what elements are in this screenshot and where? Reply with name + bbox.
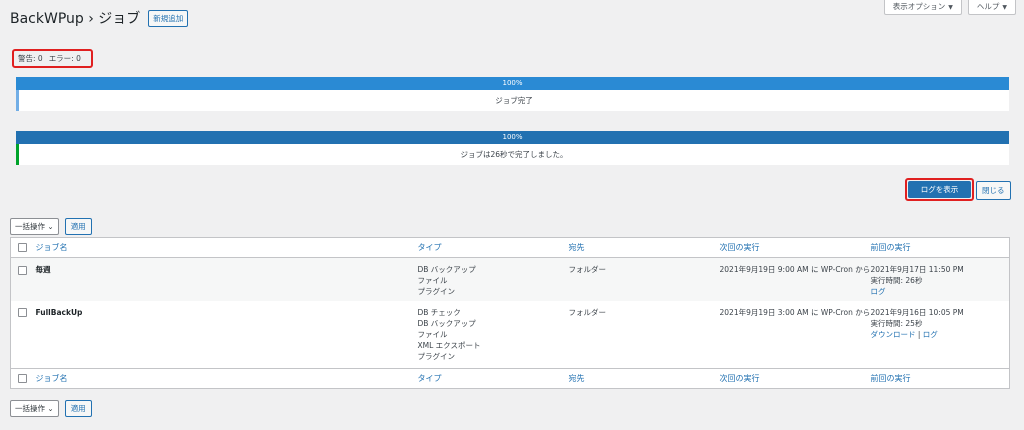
destination: フォルダー xyxy=(568,307,607,317)
type-item: ファイル xyxy=(417,329,448,339)
bulk-actions-bottom: 一括操作 ⌄ 適用 xyxy=(10,400,92,417)
column-next-run[interactable]: 次回の実行 xyxy=(719,237,871,258)
next-run-cell: 2021年9月19日 9:00 AM に WP-Cron から xyxy=(719,257,871,301)
screen-options-label: 表示オプション xyxy=(892,2,946,11)
column-destination[interactable]: 宛先 xyxy=(568,237,720,258)
table-row: FullBackUp DB チェック DB バックアップ ファイル XML エク… xyxy=(11,301,1010,369)
last-run-date: 2021年9月17日 11:50 PM xyxy=(870,265,964,274)
type-item: ファイル xyxy=(417,276,448,285)
column-next-run[interactable]: 次回の実行 xyxy=(719,368,871,389)
type-item: プラグイン xyxy=(417,287,456,296)
type-item: DB バックアップ xyxy=(417,265,476,274)
caret-down-icon: ▼ xyxy=(1002,4,1007,11)
next-run: 2021年9月19日 9:00 AM に WP-Cron から xyxy=(719,265,871,274)
progress-bar: 100% xyxy=(16,131,1009,144)
bulk-action-select[interactable]: 一括操作 ⌄ xyxy=(10,218,59,235)
warning-count: 警告: 0 xyxy=(18,54,43,63)
job-name[interactable]: 毎週 xyxy=(36,265,51,274)
job-name[interactable]: FullBackUp xyxy=(36,308,83,317)
select-all-checkbox[interactable] xyxy=(18,374,27,383)
runtime: 実行時間: 25秒 xyxy=(870,318,923,328)
next-run: 2021年9月19日 3:00 AM に WP-Cron から xyxy=(719,307,871,317)
link-separator: | xyxy=(915,329,923,339)
screen-meta-links: 表示オプション ▼ ヘルプ ▼ xyxy=(883,0,1016,15)
jobs-table: ジョブ名 タイプ 宛先 次回の実行 前回の実行 毎週 DB バックアップ ファイ… xyxy=(10,237,1010,389)
type-item: DB チェック xyxy=(417,307,461,317)
row-checkbox[interactable] xyxy=(18,308,27,317)
type-item: プラグイン xyxy=(417,351,456,361)
apply-button[interactable]: 適用 xyxy=(64,218,92,235)
select-all-checkbox[interactable] xyxy=(18,243,27,252)
bulk-actions-top: 一括操作 ⌄ 適用 xyxy=(10,218,92,235)
destination: フォルダー xyxy=(568,265,607,274)
column-destination[interactable]: 宛先 xyxy=(568,368,720,389)
download-link[interactable]: ダウンロード xyxy=(871,330,916,339)
table-row: 毎週 DB バックアップ ファイル プラグイン フォルダー 2021年9月19日… xyxy=(10,257,1010,301)
last-run-cell: 2021年9月17日 11:50 PM 実行時間: 26秒 ログ xyxy=(870,257,1010,301)
destination-cell: フォルダー xyxy=(569,301,720,369)
table-footer-row: ジョブ名 タイプ 宛先 次回の実行 前回の実行 xyxy=(10,368,1010,389)
column-job-name[interactable]: ジョブ名 xyxy=(35,237,418,258)
type-cell: DB バックアップ ファイル プラグイン xyxy=(417,257,569,301)
job-name-cell: 毎週 xyxy=(35,257,418,301)
column-job-name[interactable]: ジョブ名 xyxy=(35,368,418,389)
job-name-cell: FullBackUp xyxy=(36,301,418,369)
progress-message: ジョブは26秒で完了しました。 xyxy=(16,144,1009,165)
column-last-run[interactable]: 前回の実行 xyxy=(870,368,1010,389)
progress-step: 100% ジョブ完了 xyxy=(16,77,1009,111)
progress-total: 100% ジョブは26秒で完了しました。 xyxy=(16,131,1009,165)
column-type[interactable]: タイプ xyxy=(417,237,569,258)
select-all-cell xyxy=(10,368,36,389)
add-new-button[interactable]: 新規追加 xyxy=(148,9,189,27)
log-link[interactable]: ログ xyxy=(871,287,886,296)
column-last-run[interactable]: 前回の実行 xyxy=(870,237,1010,258)
table-header-row: ジョブ名 タイプ 宛先 次回の実行 前回の実行 xyxy=(10,237,1010,258)
show-log-highlight: ログを表示 xyxy=(905,178,974,201)
bulk-action-label: 一括操作 xyxy=(15,404,45,413)
show-log-button[interactable]: ログを表示 xyxy=(908,181,971,198)
runtime: 実行時間: 26秒 xyxy=(870,276,923,285)
row-checkbox[interactable] xyxy=(18,265,27,275)
title-row: BackWPup › ジョブ 新規追加 xyxy=(10,8,189,28)
type-cell: DB チェック DB バックアップ ファイル XML エクスポート プラグイン xyxy=(418,301,569,369)
progress-bar: 100% xyxy=(16,77,1009,90)
select-all-cell xyxy=(10,237,36,258)
type-item: DB バックアップ xyxy=(417,318,476,328)
page-title: BackWPup › ジョブ xyxy=(10,11,141,27)
bulk-action-label: 一括操作 xyxy=(15,222,45,231)
next-run-cell: 2021年9月19日 3:00 AM に WP-Cron から xyxy=(720,301,871,369)
help-tab[interactable]: ヘルプ ▼ xyxy=(967,0,1016,15)
chevron-down-icon: ⌄ xyxy=(47,222,54,231)
screen-options-tab[interactable]: 表示オプション ▼ xyxy=(883,0,962,15)
destination-cell: フォルダー xyxy=(568,257,720,301)
error-count: エラー: 0 xyxy=(48,54,81,63)
row-select-cell xyxy=(10,257,36,301)
caret-down-icon: ▼ xyxy=(948,4,953,11)
status-summary: 警告: 0 エラー: 0 xyxy=(12,49,93,68)
column-type[interactable]: タイプ xyxy=(417,368,569,389)
type-item: XML エクスポート xyxy=(417,340,481,350)
log-link[interactable]: ログ xyxy=(923,330,938,339)
last-run-cell: 2021年9月16日 10:05 PM 実行時間: 25秒 ダウンロード | ロ… xyxy=(871,301,1010,369)
bulk-action-select[interactable]: 一括操作 ⌄ xyxy=(10,400,59,417)
chevron-down-icon: ⌄ xyxy=(47,404,54,413)
last-run-date: 2021年9月16日 10:05 PM xyxy=(870,307,964,317)
close-button[interactable]: 閉じる xyxy=(976,181,1011,200)
progress-message: ジョブ完了 xyxy=(16,90,1009,111)
help-label: ヘルプ xyxy=(976,2,1000,11)
row-select-cell xyxy=(11,301,36,369)
apply-button[interactable]: 適用 xyxy=(64,400,92,417)
